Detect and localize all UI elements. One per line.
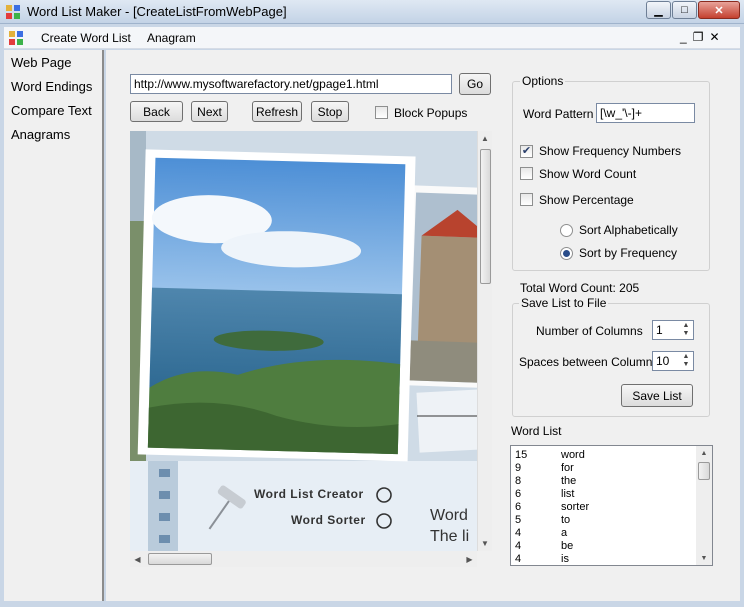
- word-text: be: [561, 540, 574, 552]
- nav-item-compare-text[interactable]: Compare Text: [11, 103, 92, 118]
- page-heading: Word: [430, 507, 468, 524]
- mdi-close-icon[interactable]: ✕: [709, 30, 725, 44]
- minimize-icon: ▁: [654, 4, 663, 17]
- block-popups-checkbox[interactable]: [375, 106, 388, 119]
- maximize-icon: □: [681, 4, 688, 16]
- url-input[interactable]: http://www.mysoftwarefactory.net/gpage1.…: [130, 74, 452, 94]
- stepper-arrows-icon[interactable]: ▲ ▼: [680, 322, 692, 338]
- show-word-count-checkbox[interactable]: [520, 167, 533, 180]
- menu-create-word-list[interactable]: Create Word List: [41, 31, 131, 45]
- word-text: sorter: [561, 501, 590, 513]
- show-percentage-checkbox[interactable]: [520, 193, 533, 206]
- word-frequency: 4: [515, 527, 522, 539]
- stepper-arrows-icon[interactable]: ▲ ▼: [680, 353, 692, 369]
- mdi-restore-icon[interactable]: ❐: [693, 30, 710, 44]
- browser-vertical-scrollbar[interactable]: ▲ ▼: [477, 131, 492, 551]
- window-title: Word List Maker - [CreateListFromWebPage…: [27, 4, 287, 19]
- scroll-right-icon[interactable]: ▶: [462, 551, 477, 567]
- next-button[interactable]: Next: [191, 101, 228, 122]
- word-list-label: Word List: [511, 424, 562, 438]
- scroll-thumb[interactable]: [480, 149, 491, 284]
- sort-alphabetically-radio[interactable]: [560, 224, 573, 237]
- word-list[interactable]: 15 word 9 for 8 the 6 list 6 sorter 5 to 4 a 4 be 4 is ▲ ▼: [510, 445, 713, 566]
- back-button[interactable]: Back: [130, 101, 183, 122]
- scroll-thumb[interactable]: [698, 462, 710, 480]
- nav-item-anagrams[interactable]: Anagrams: [11, 127, 70, 142]
- word-frequency: 6: [515, 488, 522, 500]
- sort-alphabetically-label: Sort Alphabetically: [579, 223, 678, 237]
- scroll-thumb-horizontal[interactable]: [148, 553, 212, 565]
- word-text: word: [561, 449, 585, 461]
- show-frequency-checkbox[interactable]: ✔: [520, 145, 533, 158]
- word-frequency: 5: [515, 514, 522, 526]
- word-frequency: 15: [515, 449, 528, 461]
- word-text: the: [561, 475, 577, 487]
- scroll-left-icon[interactable]: ◀: [130, 551, 145, 567]
- close-button[interactable]: ✕: [698, 1, 740, 19]
- sort-by-frequency-label: Sort by Frequency: [579, 246, 678, 260]
- word-frequency: 9: [515, 462, 522, 474]
- go-button[interactable]: Go: [459, 73, 491, 95]
- show-percentage-label: Show Percentage: [539, 193, 634, 207]
- refresh-button[interactable]: Refresh: [252, 101, 302, 122]
- app-icon: [6, 5, 20, 19]
- word-pattern-label: Word Pattern: [523, 107, 594, 121]
- word-frequency: 4: [515, 540, 522, 552]
- scroll-up-icon[interactable]: ▲: [696, 446, 712, 460]
- block-popups-label: Block Popups: [394, 106, 468, 120]
- stop-button[interactable]: Stop: [311, 101, 349, 122]
- spaces-value: 10: [656, 354, 670, 368]
- show-frequency-label: Show Frequency Numbers: [539, 144, 682, 158]
- word-pattern-input[interactable]: [\w_'\-]+: [596, 103, 695, 123]
- page-link-word-list-creator[interactable]: Word List Creator: [254, 487, 364, 501]
- word-frequency: 8: [515, 475, 522, 487]
- checkmark-icon: ✔: [521, 145, 532, 157]
- scroll-down-icon[interactable]: ▼: [478, 536, 492, 551]
- word-frequency: 4: [515, 553, 522, 565]
- word-text: a: [561, 527, 568, 539]
- nav-item-word-endings[interactable]: Word Endings: [11, 79, 92, 94]
- word-text: is: [561, 553, 569, 565]
- page-subheading: The li: [430, 528, 470, 545]
- spaces-stepper[interactable]: 10 ▲ ▼: [652, 351, 694, 371]
- show-word-count-label: Show Word Count: [539, 167, 637, 181]
- browser-horizontal-scrollbar[interactable]: ◀ ▶: [130, 551, 477, 567]
- columns-stepper[interactable]: 1 ▲ ▼: [652, 320, 694, 340]
- maximize-button[interactable]: □: [672, 1, 697, 19]
- columns-value: 1: [656, 323, 663, 337]
- mdi-window-controls: _❐✕: [680, 30, 726, 44]
- word-text: for: [561, 462, 574, 474]
- total-word-count: Total Word Count: 205: [520, 281, 640, 295]
- page-link-word-sorter[interactable]: Word Sorter: [291, 513, 366, 527]
- web-browser-view[interactable]: Word List Creator Word Sorter Word The l…: [130, 131, 492, 551]
- save-title: Save List to File: [519, 296, 609, 310]
- scroll-up-icon[interactable]: ▲: [478, 131, 492, 146]
- nav-item-web-page[interactable]: Web Page: [11, 55, 71, 70]
- word-list-scrollbar[interactable]: ▲ ▼: [696, 446, 712, 565]
- child-window-icon[interactable]: [9, 31, 23, 45]
- columns-label: Number of Columns: [536, 324, 643, 338]
- minimize-button[interactable]: ▁: [646, 1, 671, 19]
- sort-by-frequency-radio[interactable]: [560, 247, 573, 260]
- mdi-minimize-icon[interactable]: _: [680, 30, 693, 44]
- options-title: Options: [520, 74, 566, 88]
- menu-anagram[interactable]: Anagram: [147, 31, 196, 45]
- save-list-button[interactable]: Save List: [621, 384, 693, 407]
- scroll-down-icon[interactable]: ▼: [696, 551, 712, 565]
- word-frequency: 6: [515, 501, 522, 513]
- spaces-label: Spaces between Columns: [519, 355, 659, 369]
- word-text: list: [561, 488, 575, 500]
- close-icon: ✕: [714, 4, 724, 17]
- word-text: to: [561, 514, 571, 526]
